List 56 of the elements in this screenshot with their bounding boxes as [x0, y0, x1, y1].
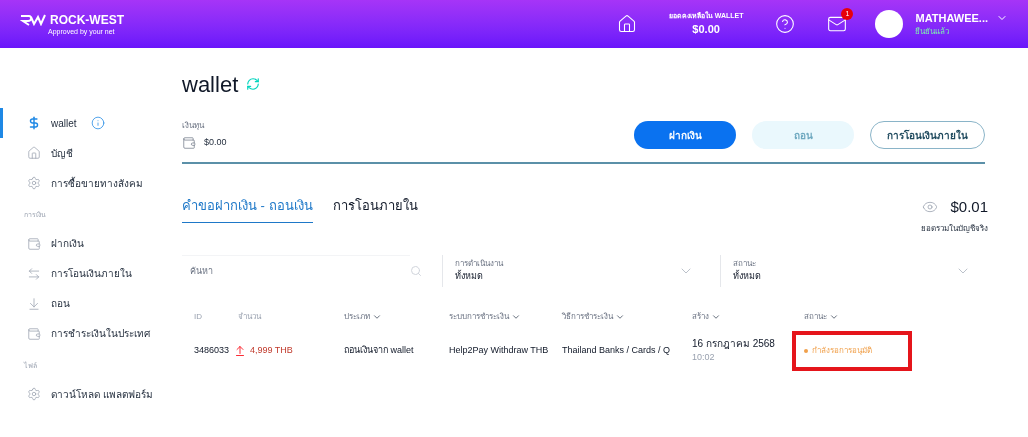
help-icon[interactable]: [775, 14, 796, 34]
gear-icon: [27, 387, 41, 401]
download-icon: [27, 296, 41, 311]
gear-icon: [27, 176, 41, 190]
verified-status: ยืนยันแล้ว: [915, 26, 951, 39]
search-field[interactable]: ค้นหา: [182, 254, 411, 287]
sidebar-item[interactable]: ฝากเงิน: [0, 228, 170, 259]
mail-icon[interactable]: [827, 14, 848, 34]
logo-text: ROCK-WEST: [50, 13, 124, 26]
total-label: ยอดรวมในบัญชีจริง: [921, 222, 988, 235]
filter-dropdown[interactable]: สถานะ ทั้งหมด: [719, 254, 985, 287]
column-header[interactable]: วิธีการชำระเงิน: [562, 310, 613, 323]
column-header: จำนวน: [238, 310, 261, 323]
logo-icon: [20, 13, 46, 26]
column-header[interactable]: สถานะ: [804, 310, 827, 323]
sidebar-item[interactable]: ถอน: [0, 288, 170, 319]
action-button[interactable]: การโอนเงินภายใน: [870, 121, 985, 149]
action-button[interactable]: ฝากเงิน: [634, 121, 736, 149]
sidebar-item[interactable]: การซื้อขายทางสังคม: [0, 168, 170, 198]
sidebar-item[interactable]: การชำระเงินในประเทศ: [0, 318, 170, 349]
balance-amount: $0.00: [692, 22, 720, 37]
wallet-icon: [27, 236, 41, 251]
avatar[interactable]: [875, 10, 904, 38]
column-header[interactable]: ระบบการชำระเงิน: [449, 310, 509, 323]
table-cell-text: Thailand Banks / Cards / Q: [562, 343, 672, 357]
sidebar-item[interactable]: บัญชี: [0, 138, 170, 168]
total-amount: $0.01: [950, 197, 988, 217]
table-cell-text: 3486033: [194, 343, 231, 357]
withdraw-icon: [234, 344, 246, 357]
table-cell-text: 16 กรกฎาคม 2568: [692, 337, 776, 352]
filter-dropdown[interactable]: การดำเนินงาน ทั้งหมด: [442, 254, 708, 287]
refresh-icon[interactable]: [246, 77, 261, 91]
tab[interactable]: คำขอฝากเงิน - ถอนเงิน: [182, 196, 313, 223]
page-title: wallet: [182, 70, 239, 99]
status-text: กำลังรอการอนุมัติ: [812, 344, 872, 357]
funds-label: เงินทุน: [182, 120, 206, 132]
info-icon[interactable]: [90, 116, 105, 130]
tab[interactable]: การโอนภายใน: [332, 196, 418, 223]
wallet-icon: [27, 326, 41, 341]
sidebar-item[interactable]: wallet: [0, 108, 170, 138]
column-header[interactable]: ประเภท: [344, 310, 370, 323]
wallet-icon: [182, 136, 196, 150]
home-icon[interactable]: [616, 14, 637, 34]
dollar-icon: [27, 116, 41, 130]
table-cell-text: ถอนเงินจาก wallet: [344, 343, 415, 357]
user-name[interactable]: MATHAWEE...: [915, 9, 988, 27]
table-cell-text: 10:02: [692, 351, 716, 365]
transfer-icon: [27, 266, 41, 281]
table-cell-text: 4,999 THB: [250, 343, 293, 357]
sidebar-item[interactable]: ดาวน์โหลด แพลตฟอร์ม: [0, 379, 170, 409]
column-header[interactable]: สร้าง: [692, 310, 709, 323]
sidebar-item[interactable]: การโอนเงินภายใน: [0, 258, 170, 289]
home-icon: [27, 146, 41, 160]
table-cell-text: Help2Pay Withdraw THB: [449, 343, 550, 357]
column-header: ID: [194, 310, 202, 323]
funds-amount: $0.00: [204, 136, 227, 150]
